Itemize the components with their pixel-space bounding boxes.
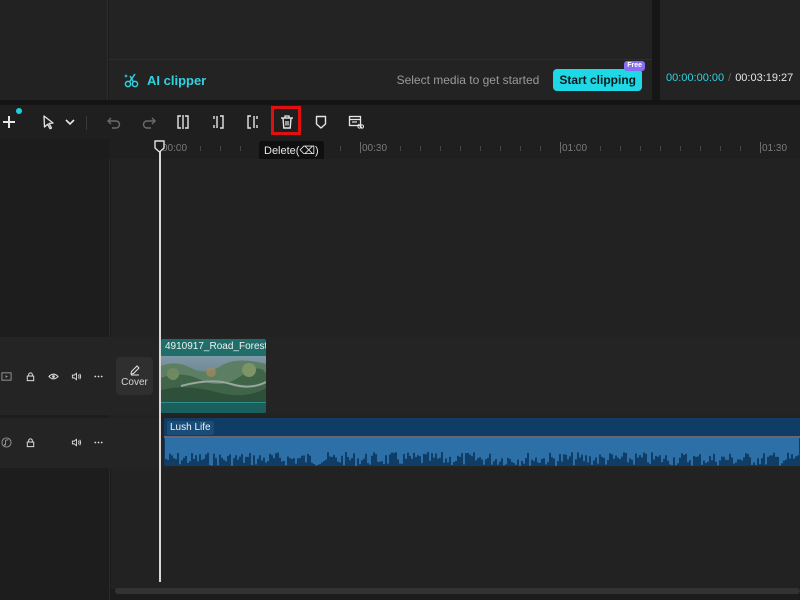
ruler-tick <box>380 146 381 151</box>
lock-icon[interactable] <box>24 370 36 382</box>
ruler-tick <box>780 146 781 151</box>
ai-clipper-preview-area <box>109 0 652 60</box>
ruler-tick <box>640 146 641 151</box>
ruler-tick <box>540 146 541 151</box>
ruler-tick <box>700 146 701 151</box>
ruler-tick <box>740 146 741 151</box>
ruler-tick <box>400 146 401 151</box>
ruler-tick <box>480 146 481 151</box>
video-editor: AI clipper Select media to get started S… <box>0 0 800 600</box>
ruler-major-tick <box>360 142 361 153</box>
timeline-toolbar <box>0 105 800 139</box>
marker-icon[interactable] <box>312 113 330 131</box>
ruler-tick <box>340 146 341 151</box>
lock-icon[interactable] <box>24 436 36 448</box>
delete-tooltip: Delete(⌫) <box>259 141 324 161</box>
more-icon[interactable] <box>92 370 104 382</box>
player-panel: 00:00:00:00/00:03:19:27 <box>660 0 800 100</box>
split-icon[interactable] <box>174 113 192 131</box>
ruler-label: 01:30 <box>762 143 788 154</box>
toolbar-divider <box>86 116 87 130</box>
time-separator: / <box>728 72 732 84</box>
video-clip-name: 4910917_Road_Forest_1 <box>165 341 266 352</box>
ruler-tick <box>520 146 521 151</box>
chevron-down-icon[interactable] <box>61 113 79 131</box>
free-badge: Free <box>624 61 645 71</box>
audio-waveform <box>164 436 800 466</box>
ruler-tick <box>180 146 181 151</box>
trim-left-icon[interactable] <box>209 113 227 131</box>
add-icon[interactable] <box>0 113 18 131</box>
ruler-major-tick <box>560 142 561 153</box>
ruler-label: 01:00 <box>562 143 588 154</box>
ruler-major-tick <box>760 142 761 153</box>
video-track-icon <box>0 370 12 382</box>
ruler-tick <box>460 146 461 151</box>
scissors-sparkle-icon <box>124 73 139 88</box>
video-clip-audio-strip <box>161 402 266 413</box>
ruler-label: 00:30 <box>362 143 388 154</box>
playhead-handle-icon[interactable] <box>154 140 165 153</box>
eye-icon[interactable] <box>47 370 59 382</box>
ai-clipper-bar: AI clipper Select media to get started S… <box>109 60 652 100</box>
ruler-tick <box>240 146 241 151</box>
ruler-tick <box>420 146 421 151</box>
ruler-tick <box>580 146 581 151</box>
horizontal-scrollbar[interactable] <box>115 588 800 594</box>
redo-icon[interactable] <box>140 113 158 131</box>
video-thumbnail <box>161 356 266 402</box>
video-clip[interactable]: 4910917_Road_Forest_1 <box>161 339 266 413</box>
audio-clip[interactable]: Lush Life <box>164 418 800 466</box>
edit-pencil-icon <box>129 365 140 376</box>
start-clipping-label: Start clipping <box>559 73 636 87</box>
ruler-tick <box>660 146 661 151</box>
cover-button[interactable]: Cover <box>116 357 153 395</box>
ruler-label: 00:00 <box>162 143 188 154</box>
undo-icon[interactable] <box>105 113 123 131</box>
ai-clipper-panel: AI clipper Select media to get started S… <box>109 0 652 100</box>
timeline-ruler[interactable]: 00:00 00:30 01:00 01:30 <box>110 139 800 159</box>
delete-button-highlight <box>271 106 301 135</box>
ruler-tick <box>200 146 201 151</box>
total-time: 00:03:19:27 <box>735 72 794 84</box>
ruler-tick <box>720 146 721 151</box>
current-time: 00:00:00:00 <box>666 72 725 84</box>
player-timecode: 00:00:00:00/00:03:19:27 <box>666 72 793 84</box>
trim-right-icon[interactable] <box>244 113 262 131</box>
notification-dot <box>16 108 22 114</box>
music-disc-icon <box>0 436 12 448</box>
auto-edit-icon[interactable] <box>347 113 365 131</box>
ruler-tick <box>500 146 501 151</box>
cover-label: Cover <box>121 377 148 388</box>
ruler-tick <box>600 146 601 151</box>
select-cursor-icon[interactable] <box>40 113 58 131</box>
ai-clipper-title: AI clipper <box>147 72 207 88</box>
ai-clipper-hint: Select media to get started <box>396 73 540 87</box>
speaker-icon[interactable] <box>70 436 82 448</box>
ruler-tick <box>680 146 681 151</box>
start-clipping-button[interactable]: Start clipping Free <box>553 61 645 91</box>
more-icon[interactable] <box>92 436 104 448</box>
media-panel <box>0 0 108 100</box>
ruler-tick <box>440 146 441 151</box>
playhead-line[interactable] <box>159 150 161 582</box>
ruler-tick <box>620 146 621 151</box>
speaker-icon[interactable] <box>70 370 82 382</box>
ruler-tick <box>220 146 221 151</box>
audio-clip-name: Lush Life <box>167 421 214 435</box>
panel-divider[interactable] <box>652 0 660 100</box>
